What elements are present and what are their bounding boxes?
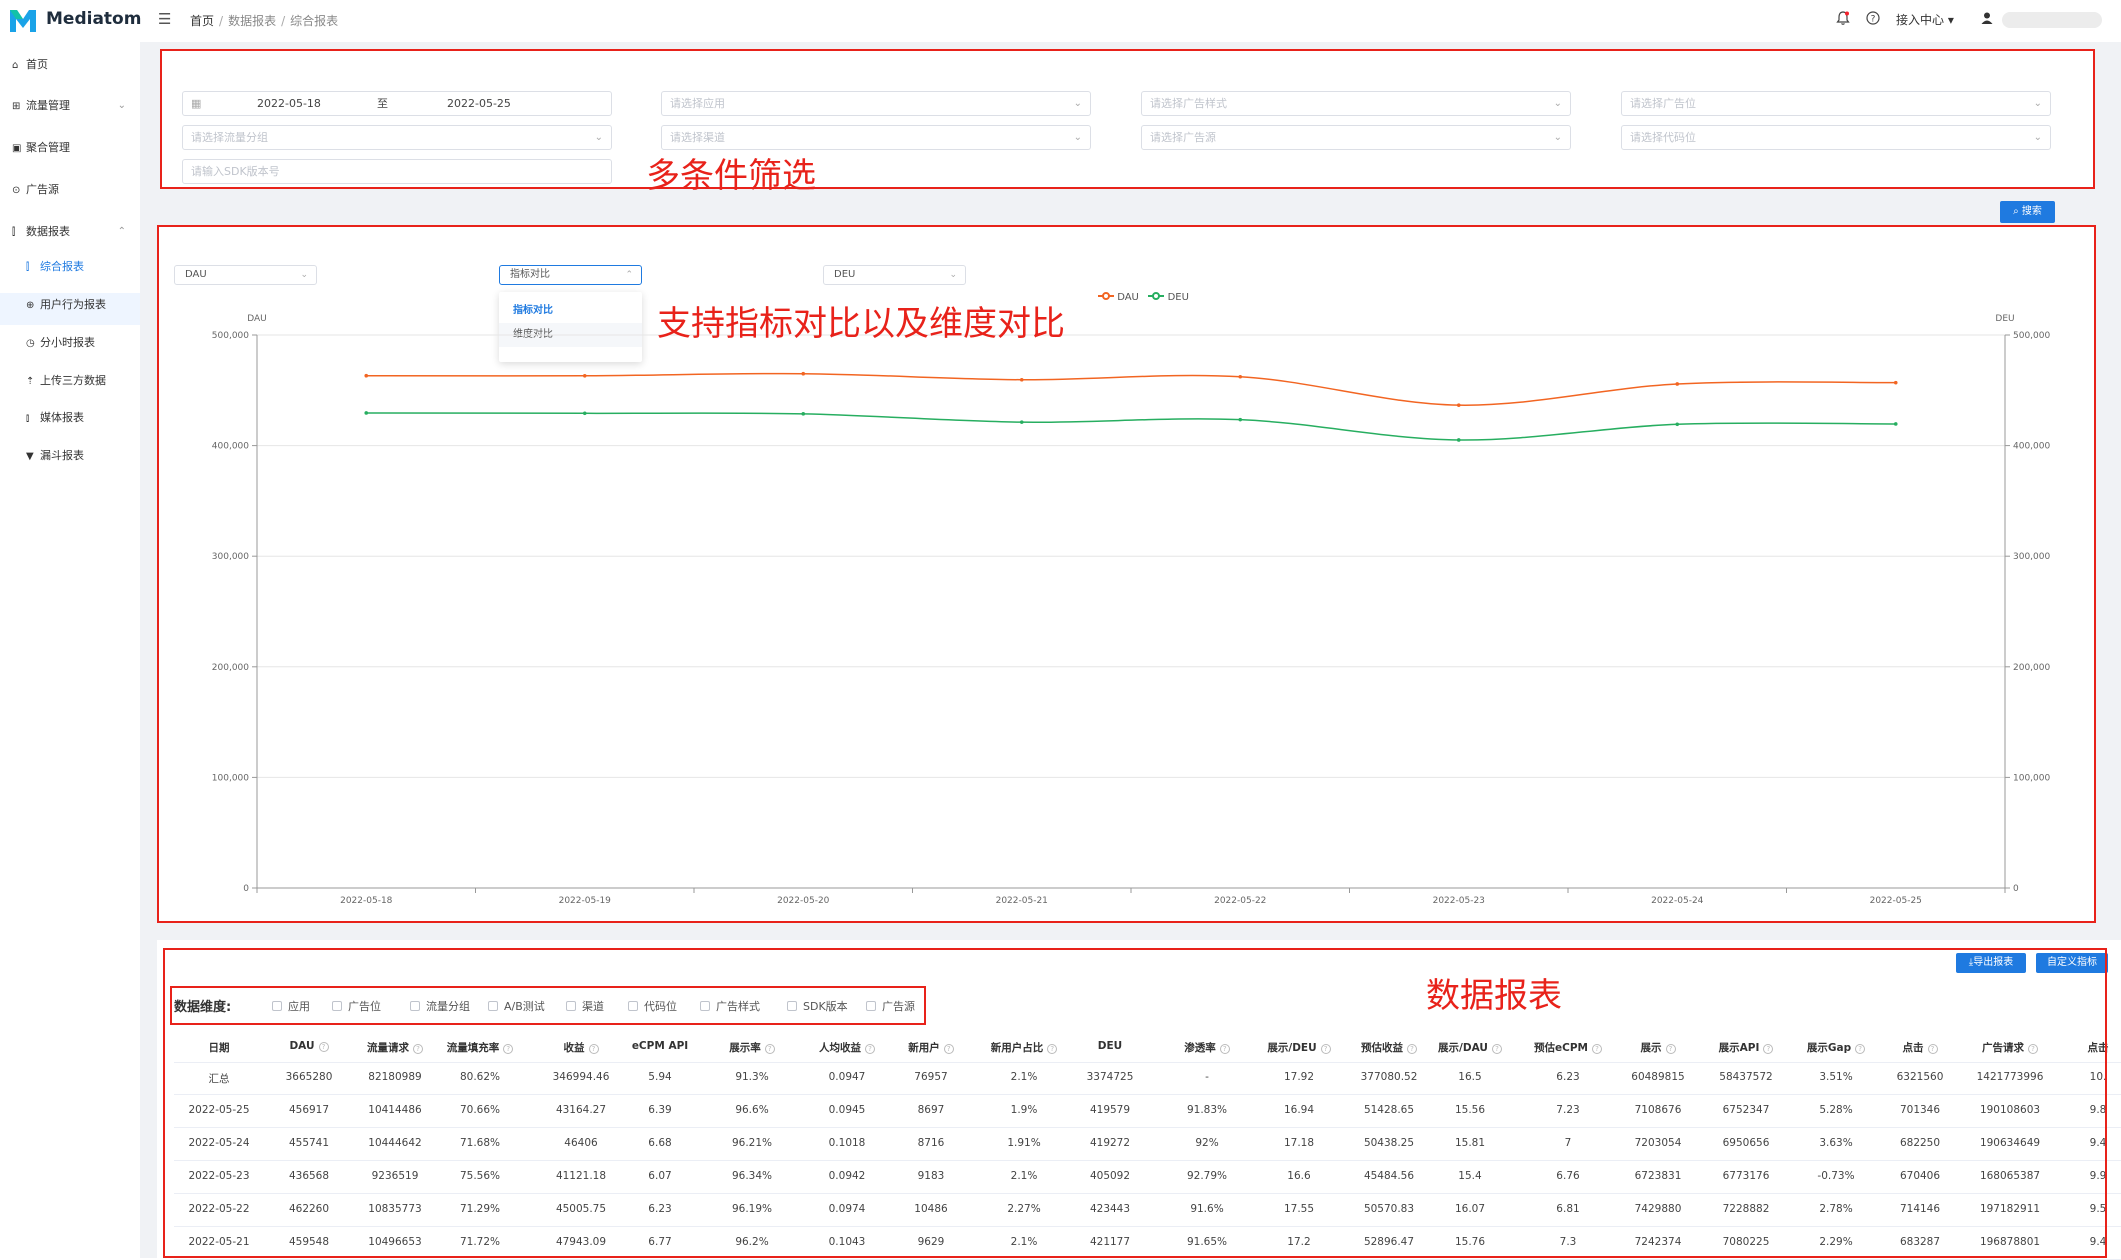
annotation-table-text: 数据报表	[1426, 976, 1562, 1016]
annotation-chart-text: 支持指标对比以及维度对比	[657, 304, 1065, 344]
annotation-chart-box	[157, 225, 2096, 923]
annotation-dimension-box	[170, 986, 926, 1025]
